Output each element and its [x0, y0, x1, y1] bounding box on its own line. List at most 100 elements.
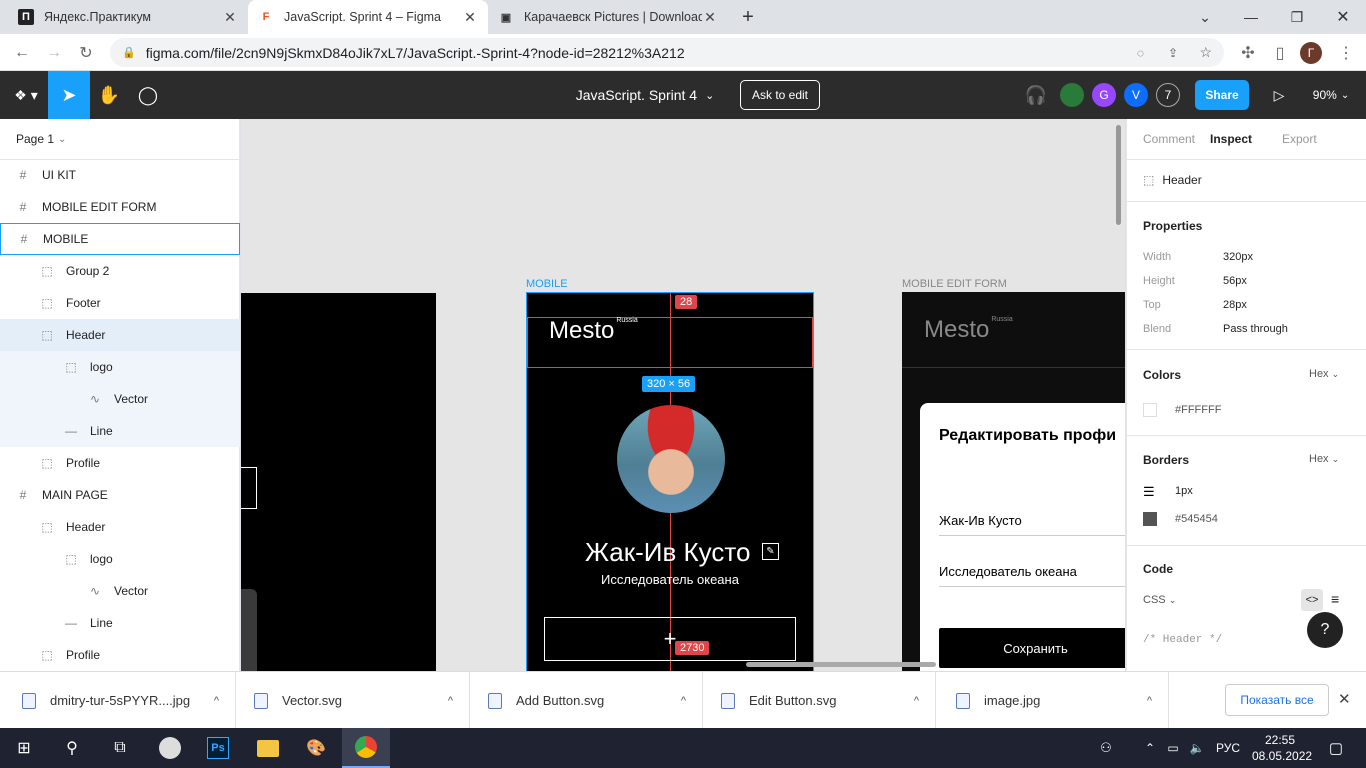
tab-search-icon[interactable]: ⌄ — [1182, 0, 1228, 34]
audio-headphones-icon[interactable]: 🎧 — [1022, 71, 1050, 119]
prop-value[interactable]: 320px — [1223, 251, 1253, 263]
download-item[interactable]: Add Button.svg ^ — [470, 672, 703, 729]
yandex-browser-icon[interactable] — [146, 728, 194, 768]
bookmark-star-icon[interactable]: ☆ — [1199, 44, 1212, 61]
list-view-icon[interactable]: ≡ — [1331, 591, 1339, 607]
restore-icon[interactable]: ❐ — [1274, 0, 1320, 34]
main-page-frame-partial[interactable] — [241, 293, 436, 671]
share-button[interactable]: Share — [1195, 80, 1249, 110]
photoshop-icon[interactable]: Ps — [194, 728, 242, 768]
battery-icon[interactable]: ▭ — [1162, 728, 1184, 768]
minimize-icon[interactable]: — — [1228, 0, 1274, 34]
profile-avatar[interactable]: Г — [1300, 42, 1322, 64]
move-tool-icon[interactable]: ➤ — [48, 71, 90, 119]
chevron-up-icon[interactable]: ^ — [448, 695, 453, 707]
frame-label-mobile[interactable]: MOBILE — [526, 278, 568, 290]
file-title[interactable]: JavaScript. Sprint 4 ⌄ — [560, 71, 730, 119]
share-page-icon[interactable]: ⇪ — [1168, 46, 1178, 60]
omnibox[interactable]: 🔒 figma.com/file/2cn9N9jSkmxD84oJik7xL7/… — [110, 38, 1224, 67]
frame-label-mobile-edit-form[interactable]: MOBILE EDIT FORM — [902, 278, 1007, 290]
prop-value[interactable]: 28px — [1223, 299, 1247, 311]
code-lang-dropdown[interactable]: CSS ⌄ — [1143, 594, 1176, 606]
figma-menu-icon[interactable]: ❖ ▾ — [4, 71, 48, 119]
volume-icon[interactable]: 🔈 — [1186, 728, 1208, 768]
zoom-dropdown[interactable]: 90% ⌄ — [1306, 71, 1356, 119]
layer-ui-kit[interactable]: # UI KIT — [0, 159, 240, 191]
ask-to-edit-button[interactable]: Ask to edit — [740, 80, 820, 110]
tab-figma[interactable]: F JavaScript. Sprint 4 – Figma ✕ — [248, 0, 488, 34]
prop-value[interactable]: 56px — [1223, 275, 1247, 287]
layer-line[interactable]: — Line — [0, 415, 240, 447]
page-selector[interactable]: Page 1 ⌄ — [0, 123, 240, 155]
back-icon[interactable]: ← — [10, 41, 34, 65]
layer-mobile[interactable]: # MOBILE — [0, 223, 240, 255]
avatar-v[interactable]: V — [1124, 71, 1148, 119]
chrome-icon[interactable] — [342, 728, 390, 768]
prop-value[interactable]: Pass through — [1223, 323, 1288, 335]
layer-footer[interactable]: ⬚ Footer — [0, 287, 240, 319]
avatar-g[interactable]: G — [1092, 71, 1116, 119]
edit-name-input[interactable]: Жак-Ив Кусто — [939, 513, 1022, 528]
close-tab-icon[interactable]: ✕ — [702, 9, 718, 26]
user-avatar[interactable] — [1060, 71, 1084, 119]
add-card-button[interactable]: + — [544, 617, 796, 661]
layer-logo[interactable]: ⬚ logo — [0, 543, 240, 575]
layer-mobile-edit-form[interactable]: # MOBILE EDIT FORM — [0, 191, 240, 223]
tray-chevron-up-icon[interactable]: ⌃ — [1140, 728, 1160, 768]
notifications-icon[interactable]: ▢ — [1316, 728, 1356, 768]
border-color[interactable]: #545454 — [1175, 513, 1218, 525]
download-item[interactable]: Edit Button.svg ^ — [703, 672, 936, 729]
chevron-up-icon[interactable]: ^ — [214, 695, 219, 707]
layer-header-selected[interactable]: ⬚ Header — [0, 319, 240, 351]
code-view-icon[interactable]: <> — [1301, 589, 1323, 611]
layer-profile[interactable]: ⬚ Profile — [0, 639, 240, 671]
windows-start-icon[interactable]: ⊞ — [0, 728, 48, 768]
layer-line[interactable]: — Line — [0, 607, 240, 639]
tab-inspect[interactable]: Inspect — [1210, 132, 1252, 146]
layer-logo[interactable]: ⬚ logo — [0, 351, 240, 383]
mobile-frame[interactable]: 28 Mesto Russia 320 × 56 Жак-Ив Кусто ✎ И… — [526, 292, 814, 671]
paint-icon[interactable]: 🎨 — [292, 728, 340, 768]
canvas-horizontal-scrollbar[interactable] — [746, 662, 936, 667]
download-item[interactable]: Vector.svg ^ — [236, 672, 470, 729]
layer-main-page[interactable]: # MAIN PAGE — [0, 479, 240, 511]
tab-yandex-praktikum[interactable]: П Яндекс.Практикум ✕ — [8, 0, 248, 34]
file-explorer-icon[interactable] — [244, 728, 292, 768]
color-value[interactable]: #FFFFFF — [1175, 404, 1221, 416]
search-icon[interactable]: ⚲ — [48, 728, 96, 768]
reload-icon[interactable]: ↻ — [74, 41, 98, 65]
figma-canvas[interactable]: MOBILE 28 Mesto Russia 320 × 56 Жак-Ив Ку… — [241, 119, 1125, 671]
chevron-up-icon[interactable]: ^ — [914, 695, 919, 707]
clock[interactable]: 22:55 08.05.2022 — [1252, 732, 1312, 764]
close-tab-icon[interactable]: ✕ — [222, 9, 238, 26]
hand-tool-icon[interactable]: ✋ — [90, 71, 128, 119]
close-window-icon[interactable]: ✕ — [1320, 0, 1366, 34]
eye-off-icon[interactable]: ◌ — [1137, 46, 1144, 60]
download-item[interactable]: dmitry-tur-5sPYYR....jpg ^ — [0, 672, 236, 729]
edit-job-input[interactable]: Исследователь океана — [939, 564, 1077, 579]
show-all-downloads-button[interactable]: Показать все — [1225, 684, 1329, 716]
edit-profile-icon[interactable]: ✎ — [762, 543, 779, 560]
layer-group-2[interactable]: ⬚ Group 2 — [0, 255, 240, 287]
chevron-up-icon[interactable]: ^ — [1147, 695, 1152, 707]
new-tab-button[interactable]: + — [725, 0, 771, 34]
side-panel-icon[interactable]: ▯ — [1268, 41, 1292, 65]
more-users-count[interactable]: 7 — [1156, 71, 1180, 119]
tab-karachaevsk[interactable]: ▣ Карачаевск Pictures | Download ✕ — [488, 0, 728, 34]
chevron-up-icon[interactable]: ^ — [681, 695, 686, 707]
canvas-vertical-scrollbar[interactable] — [1116, 125, 1121, 225]
layer-profile[interactable]: ⬚ Profile — [0, 447, 240, 479]
tab-export[interactable]: Export — [1282, 132, 1317, 146]
extensions-icon[interactable]: ✣ — [1236, 41, 1260, 65]
layer-vector[interactable]: ∿ Vector — [0, 575, 240, 607]
layer-vector[interactable]: ∿ Vector — [0, 383, 240, 415]
mobile-edit-form-frame[interactable]: Mesto Russia Редактировать профи Жак-Ив К… — [902, 292, 1125, 671]
close-tab-icon[interactable]: ✕ — [462, 9, 478, 26]
borders-format-dropdown[interactable]: Hex ⌄ — [1309, 453, 1339, 465]
forward-icon[interactable]: → — [42, 41, 66, 65]
help-button[interactable]: ? — [1307, 612, 1343, 648]
close-downloads-icon[interactable]: ✕ — [1338, 690, 1351, 708]
tab-comment[interactable]: Comment — [1143, 132, 1195, 146]
download-item[interactable]: image.jpg ^ — [936, 672, 1169, 729]
present-play-icon[interactable]: ▷ — [1266, 71, 1292, 119]
